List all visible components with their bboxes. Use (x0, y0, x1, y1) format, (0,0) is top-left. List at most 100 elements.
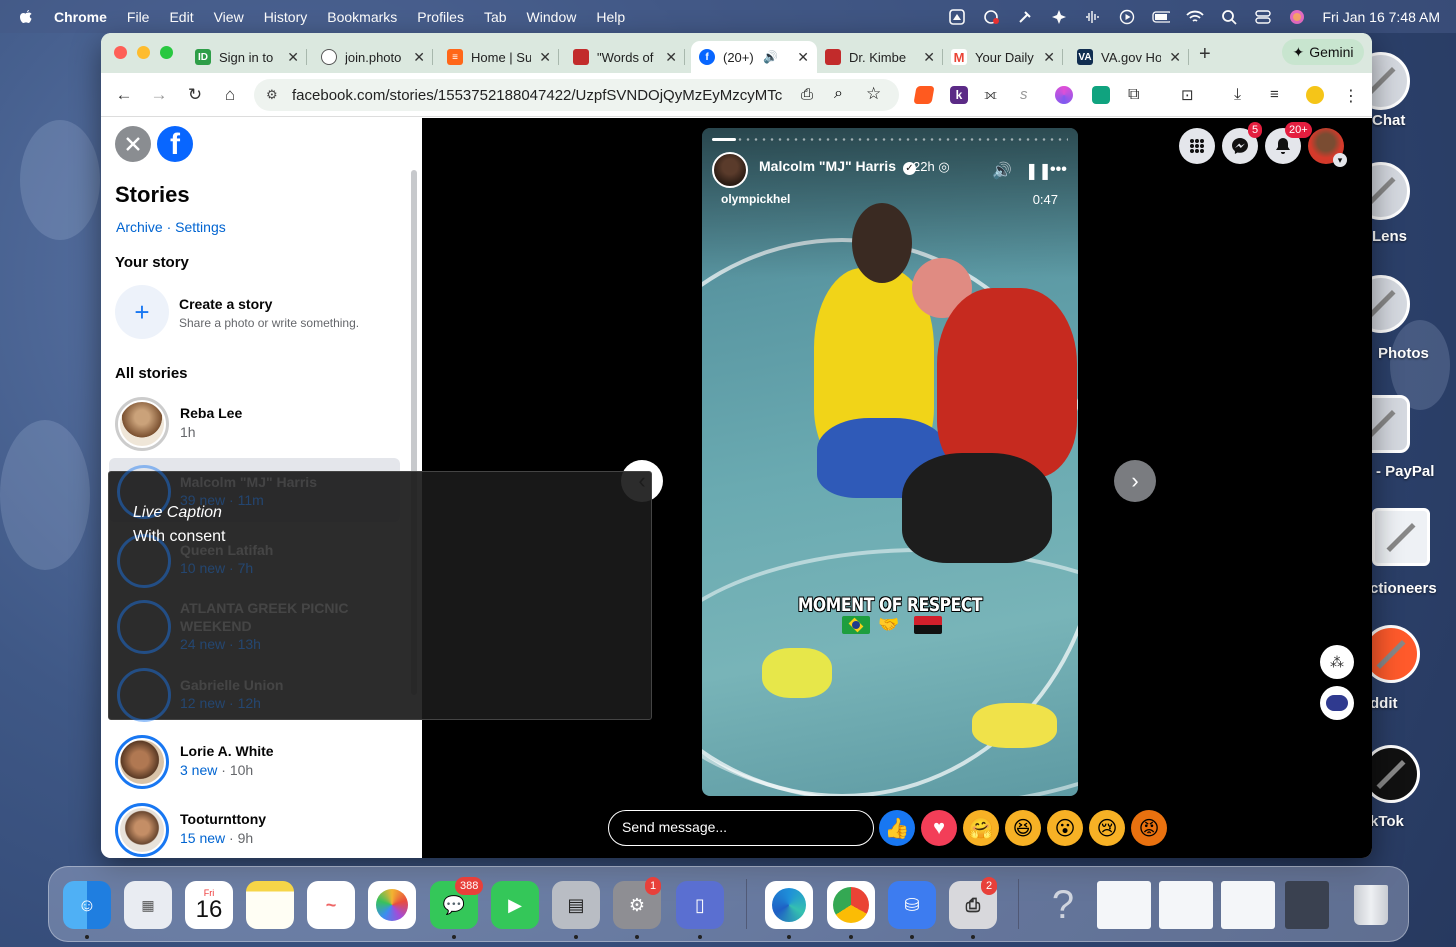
wifi-icon[interactable] (1186, 9, 1205, 25)
close-tab-icon[interactable]: ✕ (665, 49, 677, 66)
close-tab-icon[interactable]: ✕ (1169, 49, 1181, 66)
chatgpt-extension-icon[interactable] (1092, 86, 1110, 104)
address-bar[interactable]: ⚙ facebook.com/stories/1553752188047422/… (254, 79, 899, 111)
close-window-button[interactable] (114, 46, 127, 59)
tab-join-photo[interactable]: join.photo ✕ (313, 41, 433, 73)
bookmark-star-icon[interactable]: ☆ (866, 84, 881, 104)
care-icon[interactable]: 🤗 (963, 810, 999, 846)
sad-icon[interactable]: 😢 (1089, 810, 1125, 846)
siri-icon[interactable] (1288, 9, 1306, 25)
menu-help[interactable]: Help (596, 9, 625, 25)
puzzle-icon[interactable]: ⧉ (1128, 86, 1146, 104)
zoom-window-button[interactable] (160, 46, 173, 59)
cloud-off-icon[interactable] (982, 9, 1000, 25)
next-story-button[interactable]: › (1114, 460, 1156, 502)
close-tab-icon[interactable]: ✕ (287, 49, 299, 66)
extension-icon[interactable]: s (1020, 86, 1038, 104)
pause-icon[interactable]: ❚❚ (1025, 161, 1052, 181)
sparkle-icon[interactable] (1050, 9, 1068, 25)
tab-gmail[interactable]: M Your Daily ✕ (943, 41, 1063, 73)
menu-window[interactable]: Window (527, 9, 577, 25)
menu-bookmarks[interactable]: Bookmarks (327, 9, 397, 25)
url-text[interactable]: facebook.com/stories/1553752188047422/Uz… (292, 87, 782, 104)
facebook-apps-chip[interactable]: ⁂ (1320, 645, 1354, 679)
forward-icon[interactable]: → (149, 85, 169, 105)
close-tab-icon[interactable]: ✕ (923, 49, 935, 66)
zoom-search-icon[interactable]: ⌕ (834, 85, 843, 103)
new-tab-button[interactable]: + (1199, 43, 1211, 66)
menu-view[interactable]: View (214, 9, 244, 25)
window-thumbnail[interactable] (1285, 881, 1329, 929)
profile-extension-icon[interactable] (1306, 86, 1324, 104)
menubar-clock[interactable]: Fri Jan 16 7:48 AM (1322, 9, 1440, 25)
calendar-icon[interactable]: Fri 16 (185, 881, 233, 929)
story-item[interactable]: Tooturnttony 15 new · 9h (109, 798, 400, 858)
extension-icon[interactable]: ⟗ (984, 86, 1002, 104)
story-item[interactable]: Reba Lee 1h (109, 392, 400, 456)
story-author-name[interactable]: Malcolm "MJ" Harris ✓ (759, 158, 916, 175)
launchpad-icon[interactable]: ▦ (124, 881, 172, 929)
menu-app-name[interactable]: Chrome (54, 9, 107, 25)
angry-icon[interactable]: 😡 (1131, 810, 1167, 846)
simulator-icon[interactable]: ▯ (676, 881, 724, 929)
close-tab-icon[interactable]: ✕ (797, 49, 809, 66)
battery-icon[interactable] (1152, 9, 1171, 25)
menu-profiles[interactable]: Profiles (417, 9, 464, 25)
reading-mode-icon[interactable]: ⊡ (1181, 86, 1199, 104)
unknown-app-icon[interactable]: ? (1039, 881, 1087, 929)
extension-icon[interactable] (1055, 86, 1073, 104)
extension-icon[interactable] (913, 86, 935, 104)
more-menu-icon[interactable]: ⋮ (1343, 86, 1361, 105)
home-icon[interactable]: ⌂ (220, 85, 240, 105)
window-thumbnail[interactable] (1159, 881, 1213, 929)
gemini-button[interactable]: ✦ Gemini (1282, 39, 1364, 65)
send-message-input[interactable]: Send message... (608, 810, 874, 846)
love-icon[interactable]: ♥ (921, 810, 957, 846)
media-control-icon[interactable]: ≡ (1270, 86, 1288, 104)
site-settings-icon[interactable]: ⚙ (266, 87, 278, 103)
like-icon[interactable]: 👍 (879, 810, 915, 846)
tab-substack[interactable]: ≡ Home | Su ✕ (439, 41, 559, 73)
close-tab-icon[interactable]: ✕ (413, 49, 425, 66)
apple-icon[interactable] (18, 9, 34, 25)
back-icon[interactable]: ← (114, 85, 134, 105)
close-tab-icon[interactable]: ✕ (1043, 49, 1055, 66)
database-app-icon[interactable]: ⛁ (888, 881, 936, 929)
haha-icon[interactable]: 😆 (1005, 810, 1041, 846)
menu-edit[interactable]: Edit (169, 9, 193, 25)
window-thumbnail[interactable] (1097, 881, 1151, 929)
notifications-button[interactable]: 20+ (1265, 122, 1312, 164)
speaker-icon[interactable]: 🔊 (763, 50, 778, 64)
volume-icon[interactable]: 🔊 (992, 161, 1012, 181)
calculator-icon[interactable]: ▤ (552, 881, 600, 929)
finder-icon[interactable]: ☺ (63, 881, 111, 929)
story-more-icon[interactable]: ••• (1050, 161, 1067, 179)
screen-icon[interactable] (948, 8, 966, 25)
audio-wave-icon[interactable] (1084, 9, 1102, 25)
photos-icon[interactable] (368, 881, 416, 929)
reload-icon[interactable]: ↻ (185, 85, 205, 105)
menu-grid-button[interactable] (1179, 128, 1215, 164)
window-thumbnail[interactable] (1221, 881, 1275, 929)
edge-icon[interactable] (765, 881, 813, 929)
freeform-icon[interactable]: ~ (307, 881, 355, 929)
facetime-icon[interactable]: ▶ (491, 881, 539, 929)
story-card[interactable]: Malcolm "MJ" Harris ✓ 22h ◎ 🔊 ❚❚ ••• oly… (702, 128, 1078, 796)
live-caption-panel[interactable]: Malcolm "MJ" Harris 39 new · 11m Queen L… (108, 465, 652, 722)
download-icon[interactable]: ⤓ (1234, 86, 1252, 104)
tool-icon[interactable] (1016, 9, 1034, 25)
menu-tab[interactable]: Tab (484, 9, 507, 25)
control-center-icon[interactable] (1254, 9, 1272, 25)
klarna-extension-icon[interactable]: k (950, 86, 968, 104)
tab-sign-in[interactable]: ID Sign in to ✕ (187, 41, 307, 73)
spotlight-search-icon[interactable] (1220, 9, 1238, 25)
archive-link[interactable]: Archive (116, 219, 163, 235)
wow-icon[interactable]: 😮 (1047, 810, 1083, 846)
tab-facebook-active[interactable]: f (20+) 🔊 ✕ (691, 41, 817, 73)
chrome-icon[interactable] (827, 881, 875, 929)
close-tab-icon[interactable]: ✕ (539, 49, 551, 66)
menu-history[interactable]: History (264, 9, 308, 25)
author-avatar[interactable] (712, 152, 748, 188)
tab-words-of[interactable]: "Words of ✕ (565, 41, 685, 73)
minimize-window-button[interactable] (137, 46, 150, 59)
